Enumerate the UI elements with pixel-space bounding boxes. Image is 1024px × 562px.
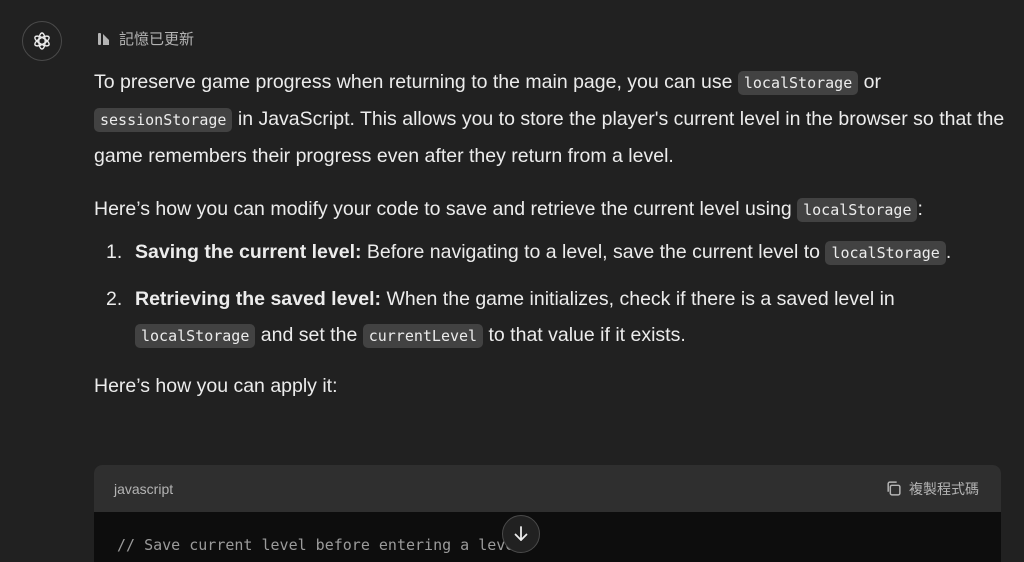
code-block-header: javascript 複製程式碼 [94,465,1001,512]
list-item: 2. Retrieving the saved level: When the g… [94,281,1006,354]
list-number: 1. [106,241,123,263]
code-line: // Save current level before entering a … [117,536,524,554]
assistant-message: To preserve game progress when returning… [94,64,1006,404]
list-number: 2. [106,288,123,310]
inline-code: localStorage [797,198,918,222]
memory-updated-icon [98,32,109,45]
paragraph-apply: Here’s how you can apply it: [94,375,338,397]
inline-code: sessionStorage [94,108,233,132]
inline-code: localStorage [825,241,946,265]
paragraph-howto: Here’s how you can modify your code to s… [94,198,923,222]
copy-code-button[interactable]: 複製程式碼 [885,479,979,499]
paragraph-intro: To preserve game progress when returning… [94,71,1005,167]
inline-code: localStorage [737,71,859,95]
openai-logo-icon [34,32,50,50]
inline-code: localStorage [135,324,256,348]
scroll-to-bottom-button[interactable] [502,515,540,553]
code-block: javascript 複製程式碼 // Save current level b… [94,465,1001,562]
code-language-label: javascript [114,480,174,497]
memory-updated-indicator[interactable]: 記憶已更新 [96,28,194,49]
copy-code-label: 複製程式碼 [909,480,979,497]
assistant-avatar [22,21,62,61]
steps-list: 1. Saving the current level: Before navig… [94,234,1006,354]
chat-page: 記憶已更新 To preserve game progress when ret… [0,0,1024,562]
copy-icon [887,481,901,496]
memory-updated-label: 記憶已更新 [119,31,195,48]
arrow-down-icon [514,526,528,541]
inline-code: currentLevel [362,324,484,348]
list-item: 1. Saving the current level: Before navig… [94,234,1006,271]
